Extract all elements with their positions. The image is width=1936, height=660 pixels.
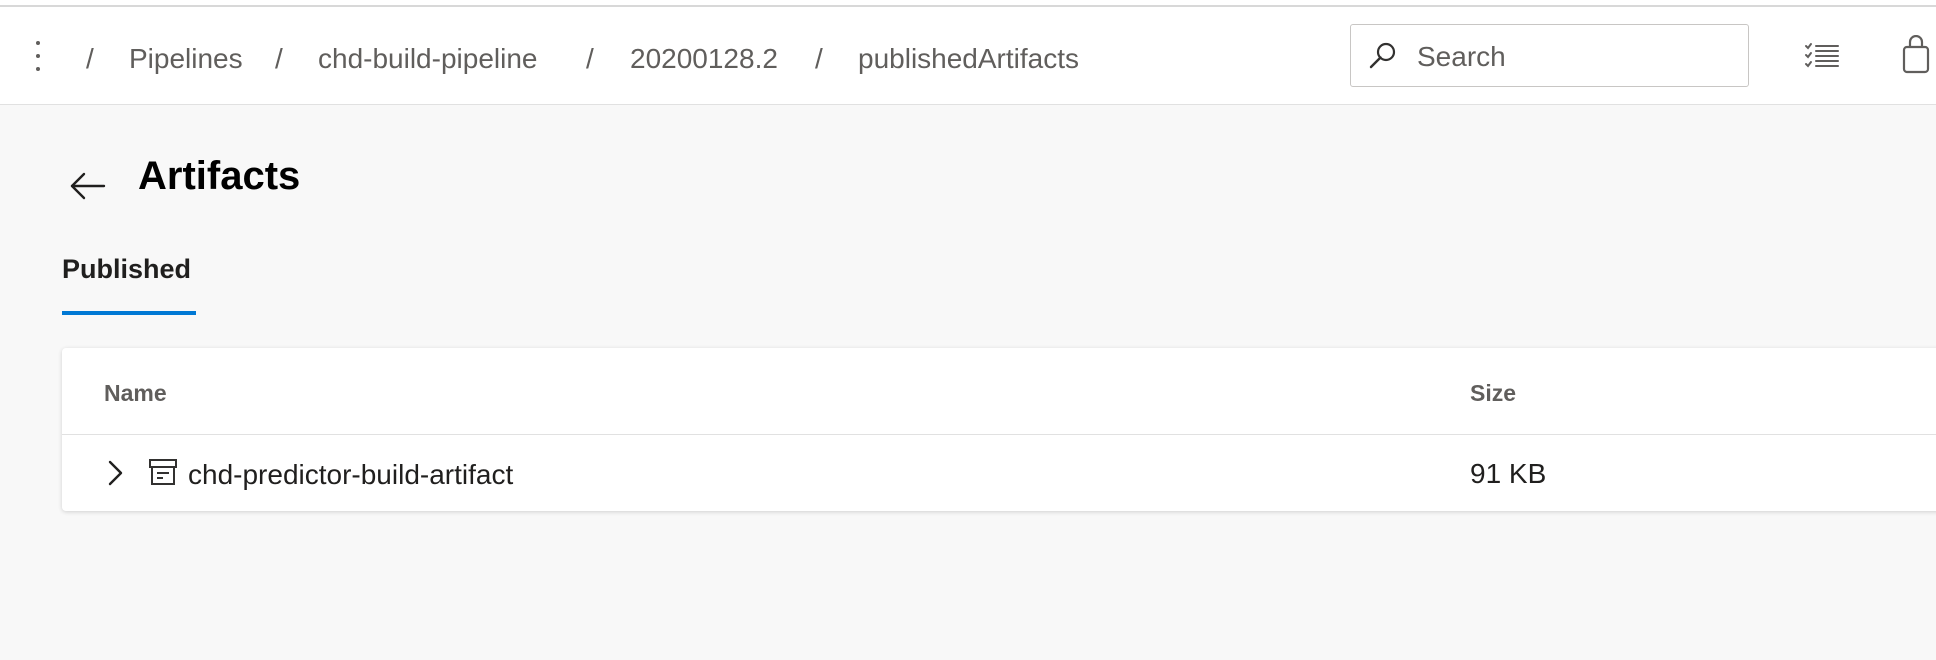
column-header-size[interactable]: Size bbox=[1470, 380, 1516, 407]
breadcrumb-item-published-artifacts[interactable]: publishedArtifacts bbox=[858, 43, 1079, 75]
back-arrow-icon[interactable] bbox=[68, 166, 108, 206]
breadcrumb-item-run[interactable]: 20200128.2 bbox=[630, 43, 778, 75]
breadcrumb-separator: / bbox=[86, 43, 94, 74]
table-row[interactable]: chd-predictor-build-artifact 91 KB bbox=[62, 435, 1936, 511]
column-header-name[interactable]: Name bbox=[104, 380, 167, 407]
breadcrumb-separator: / bbox=[275, 43, 283, 74]
page-title: Artifacts bbox=[138, 154, 301, 198]
chevron-right-icon[interactable] bbox=[104, 459, 126, 487]
search-icon bbox=[1369, 42, 1396, 69]
breadcrumb-separator: / bbox=[586, 43, 594, 74]
artifacts-table: Name Size chd-predictor-build-artifact 9… bbox=[62, 348, 1936, 511]
breadcrumb-separator: / bbox=[815, 43, 823, 74]
artifact-name[interactable]: chd-predictor-build-artifact bbox=[188, 459, 513, 491]
artifact-size: 91 KB bbox=[1470, 458, 1547, 489]
search-box[interactable] bbox=[1350, 24, 1749, 87]
artifact-box-icon bbox=[149, 459, 177, 485]
checklist-icon[interactable] bbox=[1804, 41, 1840, 71]
top-border bbox=[0, 0, 1936, 7]
more-vertical-icon[interactable] bbox=[28, 37, 48, 77]
breadcrumb-item-pipeline[interactable]: chd-build-pipeline bbox=[318, 43, 537, 75]
active-tab-indicator bbox=[62, 311, 196, 315]
shopping-bag-icon[interactable] bbox=[1901, 35, 1931, 75]
top-bar: / Pipelines / chd-build-pipeline / 20200… bbox=[0, 7, 1936, 105]
search-input[interactable] bbox=[1415, 37, 1739, 77]
breadcrumb-item-pipelines[interactable]: Pipelines bbox=[129, 43, 243, 75]
tab-published[interactable]: Published bbox=[62, 254, 191, 285]
